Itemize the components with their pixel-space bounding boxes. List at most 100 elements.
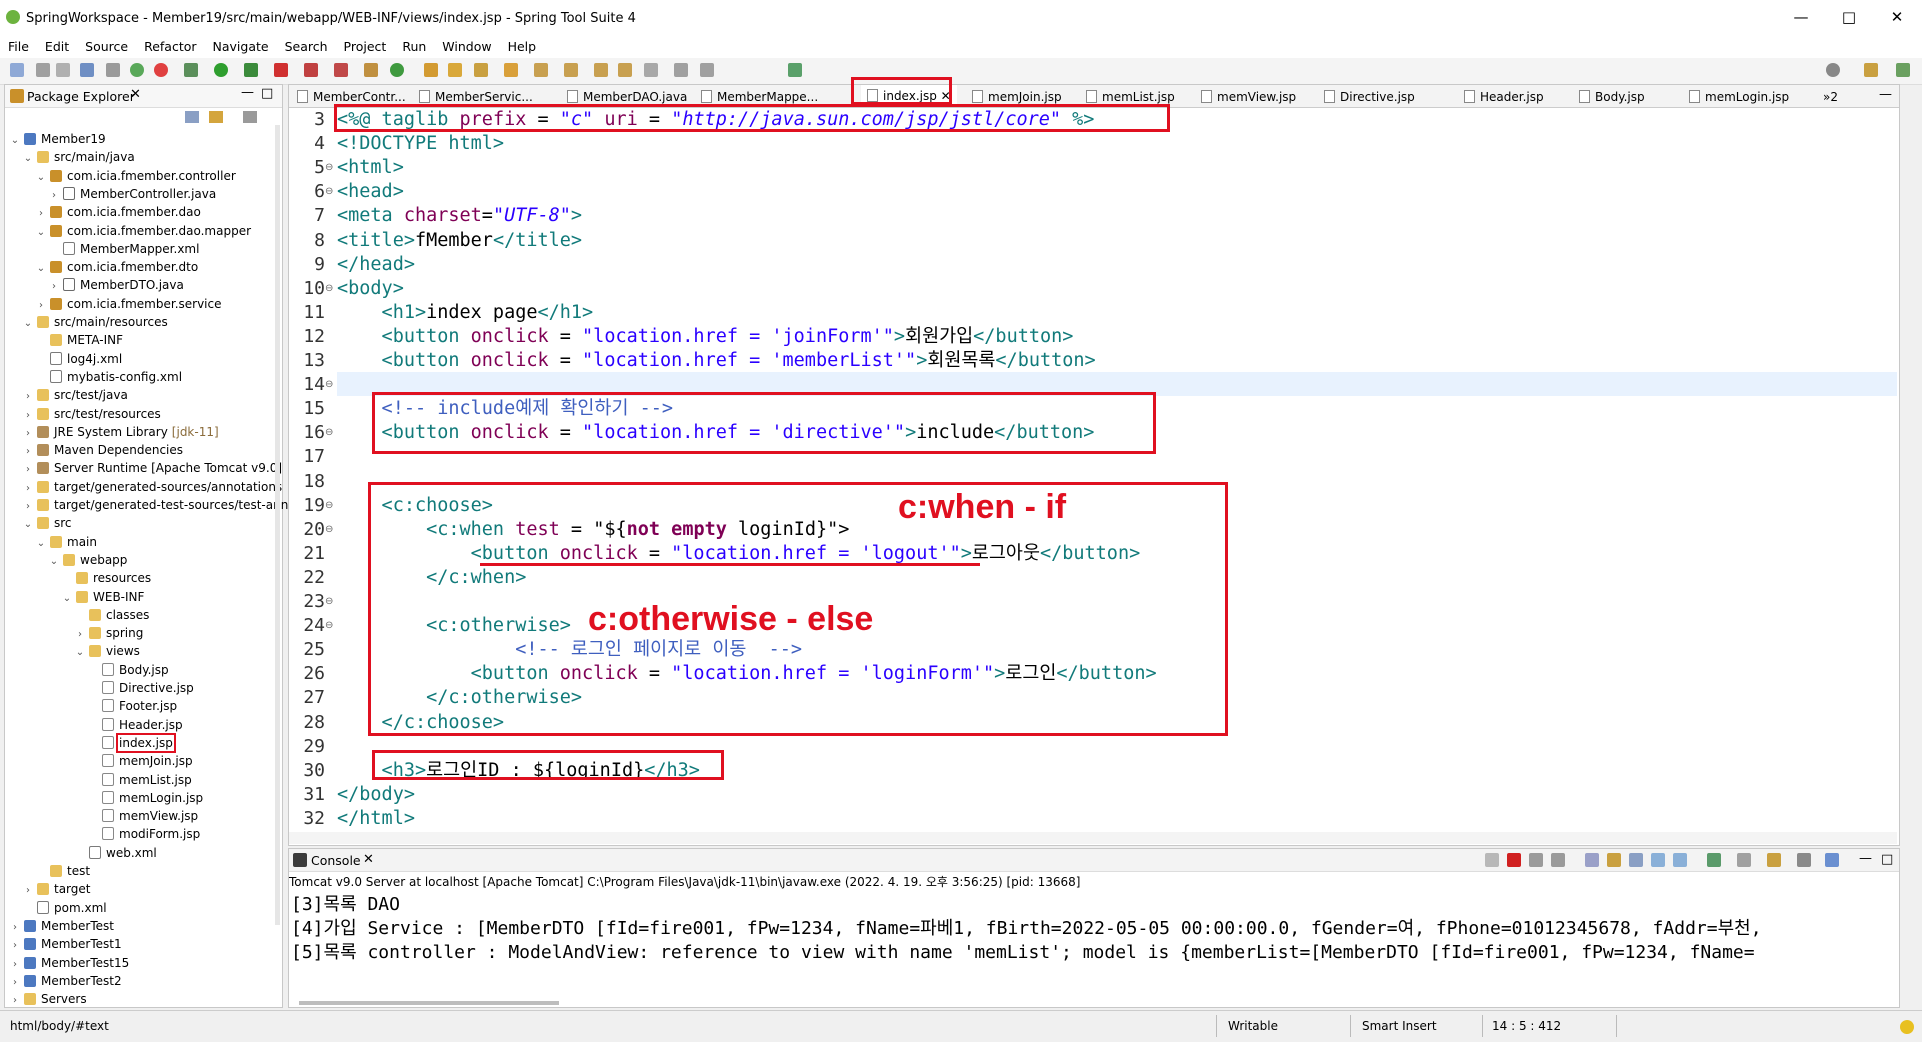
tree-item[interactable]: ⌄ webapp	[48, 551, 128, 569]
menu-window[interactable]: Window	[434, 36, 499, 54]
clear-console-icon[interactable]	[1585, 853, 1599, 867]
minimize-button[interactable]: —	[1788, 6, 1814, 28]
editor-tab[interactable]: Header.jsp	[1464, 88, 1544, 106]
fold-toggle-icon[interactable]: ⊖	[325, 427, 333, 438]
tree-item[interactable]: ⌄ com.icia.fmember.dto	[35, 258, 198, 276]
tree-item[interactable]: ⌄ WEB-INF	[61, 588, 145, 606]
search-tool-icon[interactable]	[474, 63, 488, 77]
link-with-editor-icon[interactable]	[209, 111, 223, 123]
code-line[interactable]: </c:choose>	[337, 711, 505, 735]
tree-twisty-icon[interactable]: ⌄	[35, 224, 47, 242]
code-line[interactable]: <c:when test = "${not empty loginId}">	[337, 518, 849, 542]
editor-tab[interactable]: memView.jsp	[1201, 88, 1296, 106]
deploy-icon[interactable]	[304, 63, 318, 77]
tree-twisty-icon[interactable]: ›	[22, 498, 34, 516]
tree-twisty-icon[interactable]: ›	[9, 937, 21, 955]
code-line[interactable]: <!-- 로그인 페이지로 이동 -->	[337, 638, 802, 662]
fold-toggle-icon[interactable]: ⊖	[325, 620, 333, 631]
console-maximize-icon[interactable]: □	[1881, 852, 1893, 867]
new-icon[interactable]	[10, 63, 24, 77]
code-line[interactable]: <c:choose>	[337, 494, 493, 518]
tree-twisty-icon[interactable]: ›	[35, 205, 47, 223]
maximize-view-icon[interactable]: □	[261, 86, 273, 101]
code-line[interactable]: <body>	[337, 277, 404, 301]
terminal-icon[interactable]	[80, 63, 94, 77]
tree-twisty-icon[interactable]: ⌄	[35, 169, 47, 187]
tree-item[interactable]: › MemberTest2	[9, 972, 122, 990]
tree-item[interactable]: › com.icia.fmember.dao	[35, 203, 201, 221]
stop-icon[interactable]	[154, 63, 168, 77]
editor-tab[interactable]: MemberContr...	[297, 88, 406, 106]
minimize-view-icon[interactable]: —	[241, 85, 254, 100]
editor-tab[interactable]: memJoin.jsp	[972, 88, 1062, 106]
tree-item[interactable]: ⌄ Member19	[9, 130, 106, 148]
tree-twisty-icon[interactable]: ›	[22, 882, 34, 900]
tree-item[interactable]: › Server Runtime [Apache Tomcat v9.0]	[22, 459, 282, 477]
show-on-stderr-icon[interactable]	[1673, 853, 1687, 867]
tree-item[interactable]: mybatis-config.xml	[35, 368, 182, 386]
tree-item[interactable]: ⌄ src	[22, 514, 72, 532]
code-line[interactable]: <!-- include예제 확인하기 -->	[337, 397, 673, 421]
tree-twisty-icon[interactable]: ›	[22, 388, 34, 406]
console-view-menu-icon[interactable]	[1797, 853, 1811, 867]
code-line[interactable]: <!DOCTYPE html>	[337, 132, 504, 156]
open-console-icon[interactable]	[788, 63, 802, 77]
tree-item[interactable]: › Maven Dependencies	[22, 441, 183, 459]
code-line[interactable]: <button onclick = "location.href = 'join…	[337, 325, 1074, 349]
last-edit-icon[interactable]	[594, 63, 608, 77]
tree-item[interactable]: log4j.xml	[35, 350, 122, 368]
tree-twisty-icon[interactable]: ›	[9, 992, 21, 1010]
tree-item[interactable]: › JRE System Library [jdk-11]	[22, 423, 219, 441]
remove-all-terminated-icon[interactable]	[1529, 853, 1543, 867]
tree-item[interactable]: › target	[22, 880, 91, 898]
tree-item[interactable]: memLogin.jsp	[87, 789, 203, 807]
tree-twisty-icon[interactable]: ⌄	[35, 260, 47, 278]
tree-item[interactable]: › spring	[74, 624, 143, 642]
tree-item[interactable]: › MemberTest15	[9, 954, 129, 972]
save-all-icon[interactable]	[56, 63, 70, 77]
pin-editor-icon[interactable]	[700, 63, 714, 77]
code-line[interactable]: </body>	[337, 783, 415, 807]
new-java-class-icon[interactable]	[390, 63, 404, 77]
code-line[interactable]: <h3>로그인ID : ${loginId}</h3>	[337, 759, 700, 783]
tree-twisty-icon[interactable]: ⌄	[22, 315, 34, 333]
forward-icon[interactable]	[644, 63, 658, 77]
tree-twisty-icon[interactable]: ›	[22, 480, 34, 498]
code-line[interactable]: <title>fMember</title>	[337, 229, 582, 253]
code-line[interactable]: <%@ taglib prefix = "c" uri = "http://ja…	[337, 108, 1094, 132]
forward-dropdown-icon[interactable]	[674, 63, 688, 77]
tree-item[interactable]: MemberMapper.xml	[48, 240, 199, 258]
tree-item[interactable]: ⌄ com.icia.fmember.controller	[35, 167, 236, 185]
open-perspective-icon[interactable]	[1864, 63, 1878, 77]
tree-item[interactable]: › src/test/java	[22, 386, 128, 404]
tree-item[interactable]: › MemberTest	[9, 917, 114, 935]
tree-twisty-icon[interactable]: ›	[9, 919, 21, 937]
fold-toggle-icon[interactable]: ⊖	[325, 283, 333, 294]
tree-item[interactable]: › com.icia.fmember.service	[35, 295, 222, 313]
pin-console-icon[interactable]	[1707, 853, 1721, 867]
code-line[interactable]: <meta charset="UTF-8">	[337, 204, 582, 228]
tree-item[interactable]: ⌄ main	[35, 533, 97, 551]
close-button[interactable]: ✕	[1884, 6, 1910, 28]
tree-item[interactable]: ⌄ src/main/resources	[22, 313, 168, 331]
tree-scrollbar[interactable]	[275, 125, 280, 925]
editor-minimize-icon[interactable]: —	[1879, 87, 1892, 102]
editor-tab[interactable]: »2	[1823, 88, 1838, 106]
debug-icon[interactable]	[184, 63, 198, 77]
tree-item[interactable]: modiForm.jsp	[87, 825, 200, 843]
code-line[interactable]: </c:when>	[337, 566, 526, 590]
boot-dashboard-icon[interactable]	[130, 63, 144, 77]
tree-twisty-icon[interactable]: ›	[22, 461, 34, 479]
external-tools-icon[interactable]	[334, 63, 348, 77]
save-icon[interactable]	[36, 63, 50, 77]
stop-server-icon[interactable]	[274, 63, 288, 77]
console-remove-icon[interactable]	[1485, 853, 1499, 867]
editor-tab[interactable]: Directive.jsp	[1324, 88, 1415, 106]
tree-item[interactable]: pom.xml	[22, 899, 107, 917]
tree-twisty-icon[interactable]: ›	[48, 278, 60, 296]
tree-twisty-icon[interactable]: ⌄	[35, 535, 47, 553]
coverage-icon[interactable]	[244, 63, 258, 77]
previous-annotation-icon[interactable]	[564, 63, 578, 77]
tree-twisty-icon[interactable]: ⌄	[22, 516, 34, 534]
skip-breakpoints-icon[interactable]	[106, 63, 120, 77]
